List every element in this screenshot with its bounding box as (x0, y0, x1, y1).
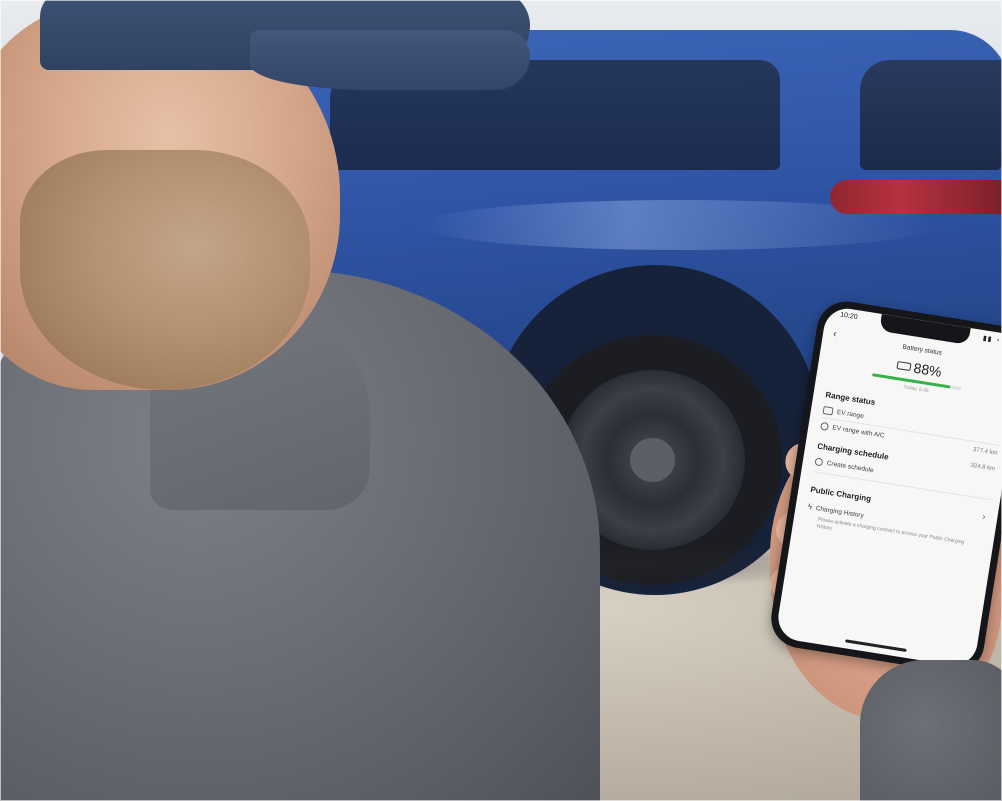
battery-percent: 88% (912, 359, 943, 380)
suv-rear-window (860, 60, 1002, 170)
ac-icon (819, 421, 830, 431)
create-schedule-label: Create schedule (826, 459, 875, 475)
chevron-right-icon[interactable]: › (982, 511, 987, 521)
battery-icon (896, 361, 912, 372)
status-time: 10:20 (839, 311, 859, 322)
clock-icon (814, 457, 824, 467)
photo-scene: 10:20 ▮▮ ◔ ▭ ‹ Battery status 88% Today,… (0, 0, 1002, 801)
person-sleeve (860, 660, 1002, 801)
phone-notch (879, 313, 971, 345)
suv-taillight (830, 180, 1002, 214)
charging-history-description: Please activate a charging contract to a… (816, 516, 965, 546)
charging-history-item[interactable]: ϟ Charging History (807, 502, 864, 520)
ev-range-ac-value: 377.4 km (972, 446, 998, 457)
car-icon (822, 405, 834, 416)
person-cap-brim (250, 30, 530, 90)
suv-rim-hub (630, 438, 675, 482)
charging-schedule-value: 324.8 km (970, 462, 996, 473)
person-beard (20, 150, 310, 390)
public-charging-title: Public Charging (809, 485, 872, 504)
ev-range-label: EV range (836, 408, 865, 421)
range-status-title: Range status (824, 390, 876, 407)
bolt-icon: ϟ (807, 501, 813, 512)
home-indicator (845, 639, 907, 652)
status-icons: ▮▮ ◔ ▭ (982, 335, 1002, 346)
